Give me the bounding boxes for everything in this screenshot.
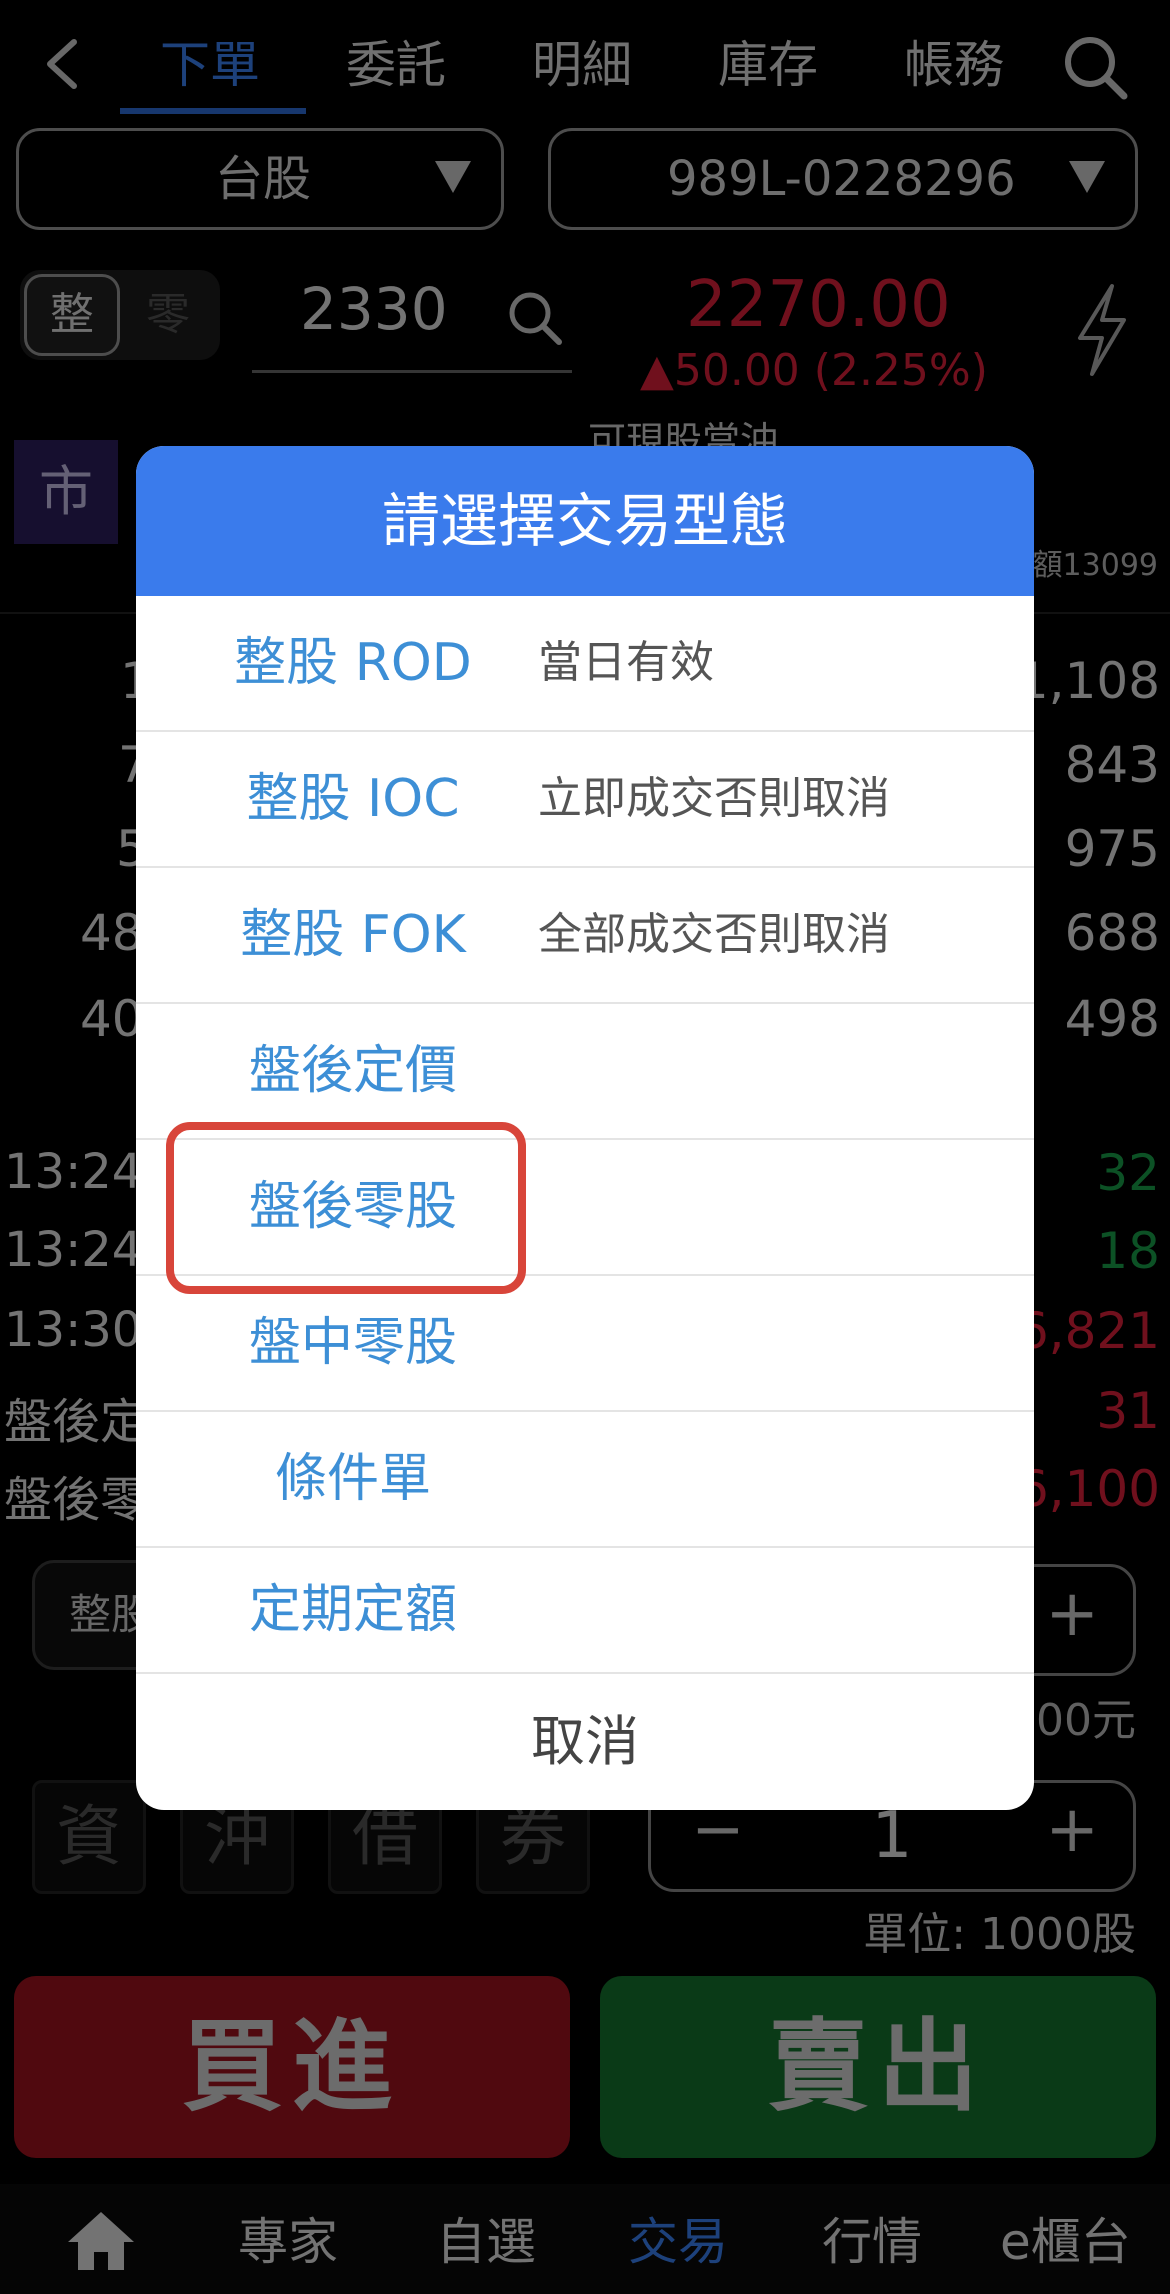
option-whole-fok[interactable]: 整股 FOK 全部成交否則取消 xyxy=(136,868,1034,1004)
option-desc: 全部成交否則取消 xyxy=(538,909,890,960)
option-name: 整股 IOC xyxy=(246,769,460,829)
cancel-button[interactable]: 取消 xyxy=(136,1674,1034,1810)
option-name: 整股 ROD xyxy=(234,633,472,693)
option-regular-investment[interactable]: 定期定額 xyxy=(136,1548,1034,1674)
option-name: 盤後定價 xyxy=(248,1041,457,1101)
option-conditional[interactable]: 條件單 xyxy=(136,1412,1034,1548)
trading-app: 下單 委託 明細 庫存 帳務 台股 989L-0228296 整 零 2330 … xyxy=(0,0,1170,2294)
option-name: 條件單 xyxy=(274,1449,431,1509)
option-intraday-odd-lot[interactable]: 盤中零股 xyxy=(136,1276,1034,1412)
option-name: 定期定額 xyxy=(248,1580,457,1640)
option-after-hours-fixed[interactable]: 盤後定價 xyxy=(136,1004,1034,1140)
option-name: 整股 FOK xyxy=(240,905,466,965)
highlight-annotation-box xyxy=(166,1122,526,1294)
option-desc: 當日有效 xyxy=(538,637,714,688)
option-name: 盤中零股 xyxy=(248,1313,457,1373)
dialog-title: 請選擇交易型態 xyxy=(136,446,1034,596)
option-whole-rod[interactable]: 整股 ROD 當日有效 xyxy=(136,596,1034,732)
option-desc: 立即成交否則取消 xyxy=(538,773,890,824)
option-whole-ioc[interactable]: 整股 IOC 立即成交否則取消 xyxy=(136,732,1034,868)
